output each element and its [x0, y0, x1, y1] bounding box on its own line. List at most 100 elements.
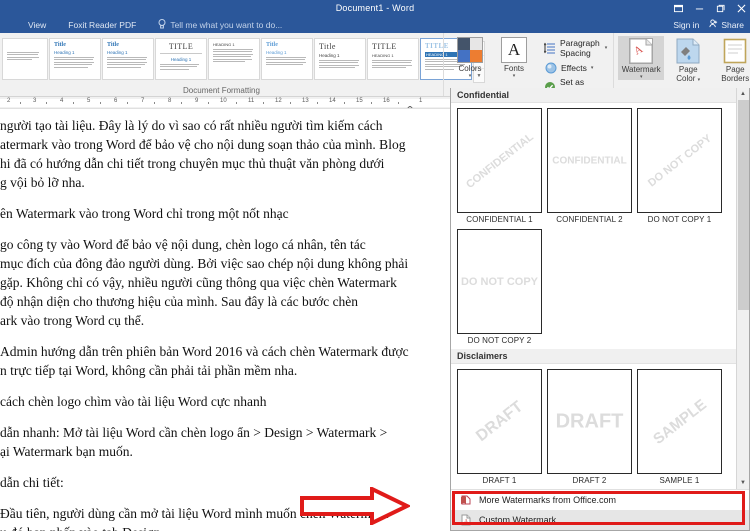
- style-thumbnail[interactable]: [2, 38, 48, 80]
- tell-me-search[interactable]: Tell me what you want to do...: [158, 18, 283, 31]
- watermark-button[interactable]: A Watermark ▾: [618, 36, 665, 80]
- scroll-down-icon[interactable]: ▼: [737, 477, 749, 489]
- page-borders-button[interactable]: Page Borders: [712, 36, 750, 83]
- group-label-document-formatting: Document Formatting: [183, 86, 260, 95]
- ribbon-group-themes: Colors ▾ A Fonts ▾: [443, 33, 538, 96]
- ruler-mark: 12: [275, 98, 282, 104]
- document-paragraph: cách chèn logo chìm vào tài liệu Word cự…: [0, 394, 267, 409]
- watermark-item[interactable]: DRAFT DRAFT 1: [457, 369, 542, 485]
- watermark-preview-text: DRAFT: [555, 410, 624, 432]
- tell-me-placeholder: Tell me what you want to do...: [170, 19, 283, 30]
- ruler-mark: 6: [114, 98, 118, 104]
- style-thumbnail[interactable]: Title Heading 1: [261, 38, 313, 80]
- style-title: Title: [266, 42, 278, 48]
- paragraph-spacing-button[interactable]: Paragraph Spacing ▾: [544, 38, 607, 58]
- document-paragraph: gặp. Không chỉ có vậy, nhiều người cũng …: [0, 275, 397, 290]
- watermark-item[interactable]: CONFIDENTIAL CONFIDENTIAL 1: [457, 108, 542, 224]
- watermark-item-label: CONFIDENTIAL 1: [466, 215, 533, 224]
- style-thumbnail[interactable]: TITLE HEADING 1: [367, 38, 419, 80]
- style-thumbnail[interactable]: Title Heading 1: [49, 38, 101, 80]
- watermark-item[interactable]: SAMPLE SAMPLE 1: [637, 369, 722, 485]
- fonts-button[interactable]: A Fonts ▾: [496, 37, 532, 79]
- watermark-item[interactable]: CONFIDENTIAL CONFIDENTIAL 2: [547, 108, 632, 224]
- chevron-down-icon[interactable]: ▾: [619, 74, 663, 80]
- ruler-mark: 5: [87, 98, 91, 104]
- watermark-gallery-scrollbar[interactable]: ▲ ▼: [736, 88, 749, 489]
- watermark-item[interactable]: DO NOT COPY DO NOT COPY 1: [637, 108, 722, 224]
- document-paragraph: người tạo tài liệu. Đây là lý do vì sao …: [0, 118, 383, 133]
- page-borders-icon: [723, 38, 747, 64]
- document-paragraph: atermark vào trong Word để bảo vệ cho nộ…: [0, 137, 406, 152]
- ruler-mark: 15: [356, 98, 363, 104]
- ruler-mark: 1: [419, 98, 423, 104]
- ruler-mark: 4: [60, 98, 64, 104]
- watermark-item-label: DO NOT COPY 2: [467, 336, 532, 345]
- watermark-preview[interactable]: DO NOT COPY: [457, 229, 542, 334]
- watermark-grid-disclaimers: DRAFT DRAFT 1 DRAFT DRAFT 2 SAMPLE SAMPL…: [451, 364, 749, 489]
- section-header-disclaimers: Disclaimers: [451, 349, 749, 364]
- effects-button[interactable]: Effects ▾: [544, 61, 593, 74]
- fonts-label: Fonts: [503, 64, 524, 73]
- chevron-down-icon[interactable]: ▾: [496, 73, 532, 79]
- watermark-label: Watermark: [621, 65, 661, 74]
- style-thumbnail[interactable]: Title Heading 1: [314, 38, 366, 80]
- watermark-gallery-body[interactable]: Confidential CONFIDENTIAL CONFIDENTIAL 1…: [451, 88, 749, 489]
- chevron-down-icon[interactable]: ▾: [698, 77, 701, 83]
- share-button[interactable]: Share: [709, 19, 744, 30]
- chevron-down-icon[interactable]: ▾: [605, 45, 608, 51]
- colors-swatch-icon: [457, 37, 483, 63]
- watermark-preview[interactable]: DRAFT: [457, 369, 542, 474]
- watermark-icon: A: [629, 38, 654, 64]
- watermark-preview[interactable]: CONFIDENTIAL: [547, 108, 632, 213]
- share-person-icon: [709, 19, 718, 30]
- annotation-highlight-box: [452, 491, 745, 525]
- watermark-item-label: DO NOT COPY 1: [647, 215, 712, 224]
- effects-label: Effects: [561, 62, 587, 73]
- chevron-down-icon[interactable]: ▾: [591, 65, 594, 71]
- watermark-preview[interactable]: DO NOT COPY: [637, 108, 722, 213]
- paragraph-spacing-label: Paragraph Spacing: [560, 38, 600, 58]
- document-paragraph: ại Watermark bạn muốn.: [0, 444, 133, 459]
- style-heading: Heading 1: [107, 50, 128, 55]
- watermark-preview-text: CONFIDENTIAL: [552, 155, 627, 166]
- watermark-item[interactable]: DRAFT DRAFT 2: [547, 369, 632, 485]
- account-area: Sign in Share: [673, 19, 744, 30]
- watermark-dropdown-gallery[interactable]: Confidential CONFIDENTIAL CONFIDENTIAL 1…: [450, 88, 750, 531]
- close-icon[interactable]: [737, 4, 746, 13]
- ruler-mark: 11: [248, 98, 255, 104]
- ruler-mark: 13: [302, 98, 309, 104]
- page-color-label-line1: Page: [678, 65, 698, 74]
- scrollbar-thumb[interactable]: [738, 100, 749, 310]
- watermark-preview[interactable]: CONFIDENTIAL: [457, 108, 542, 213]
- indent-marker-icon[interactable]: [406, 100, 414, 108]
- minimize-icon[interactable]: [695, 4, 704, 13]
- chevron-down-icon[interactable]: ▾: [452, 73, 488, 79]
- style-thumbnail[interactable]: HEADING 1: [208, 38, 260, 80]
- style-title: Title: [54, 42, 66, 48]
- tab-foxit-reader-pdf[interactable]: Foxit Reader PDF: [68, 20, 136, 30]
- ruler-mark: 10: [220, 98, 227, 104]
- section-header-confidential: Confidential: [451, 88, 749, 103]
- watermark-preview[interactable]: SAMPLE: [637, 369, 722, 474]
- document-paragraph: độ nhận diện cho thương hiệu của mình. S…: [0, 294, 359, 309]
- style-heading: Heading 1: [319, 53, 340, 58]
- watermark-preview-text: CONFIDENTIAL: [463, 130, 536, 191]
- document-canvas[interactable]: người tạo tài liệu. Đây là lý do vì sao …: [0, 110, 450, 531]
- scroll-up-icon[interactable]: ▲: [737, 88, 749, 100]
- page-color-button[interactable]: Page Color ▾: [665, 36, 711, 85]
- style-gallery[interactable]: Title Heading 1 Title Heading 1 TITLE He…: [0, 35, 485, 83]
- watermark-item-label: CONFIDENTIAL 2: [556, 215, 623, 224]
- colors-label: Colors: [458, 64, 482, 73]
- ribbon-tab-bar: View Foxit Reader PDF Tell me what you w…: [0, 16, 750, 33]
- style-thumbnail[interactable]: Title Heading 1: [102, 38, 154, 80]
- restore-icon[interactable]: [716, 4, 725, 13]
- tab-view[interactable]: View: [28, 20, 46, 30]
- ribbon-display-options-icon[interactable]: [674, 4, 683, 13]
- watermark-item[interactable]: DO NOT COPY DO NOT COPY 2: [457, 229, 542, 345]
- style-thumbnail[interactable]: TITLE Heading 1: [155, 38, 207, 80]
- ruler-mark: 3: [33, 98, 37, 104]
- watermark-preview[interactable]: DRAFT: [547, 369, 632, 474]
- colors-button[interactable]: Colors ▾: [452, 37, 488, 79]
- style-heading: Heading 1: [54, 50, 75, 55]
- sign-in-link[interactable]: Sign in: [673, 20, 699, 30]
